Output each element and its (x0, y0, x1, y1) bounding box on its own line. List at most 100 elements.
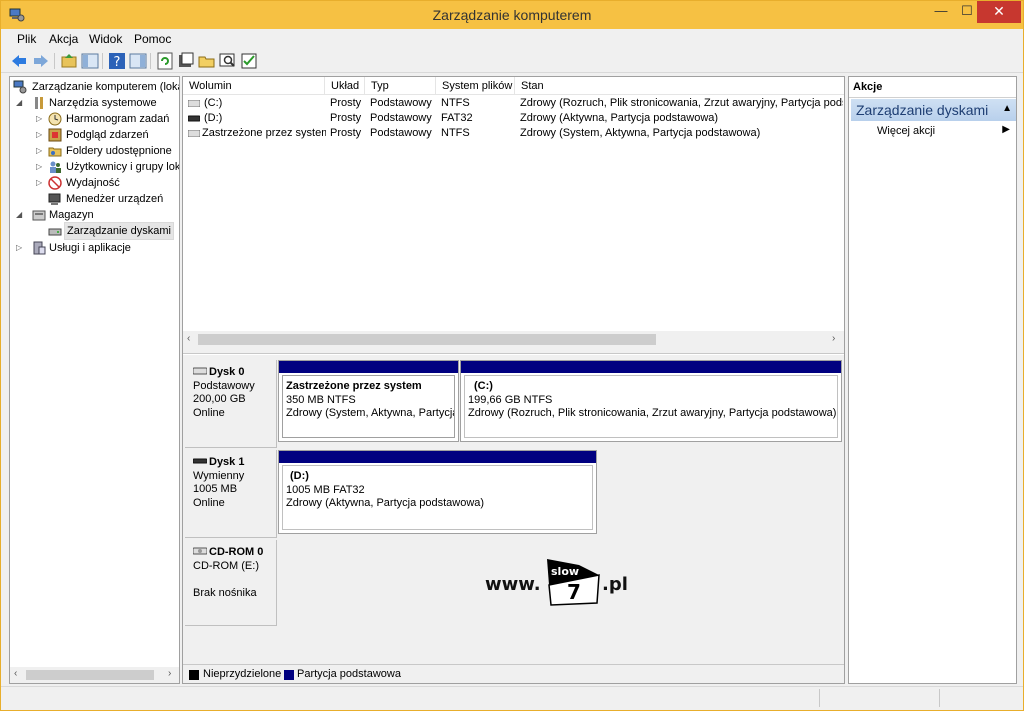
disk-1-label[interactable]: Dysk 1 Wymienny 1005 MB Online (185, 450, 277, 538)
search-icon[interactable] (219, 52, 237, 70)
status-segment (819, 689, 820, 707)
storage-icon (32, 210, 46, 221)
minimize-button[interactable]: — (927, 1, 955, 23)
legend-primary-partition: Partycja podstawowa (297, 668, 401, 680)
event-viewer-icon (48, 128, 62, 142)
computer-management-icon (13, 80, 27, 94)
partition-size: 199,66 GB NTFS (468, 393, 553, 406)
shared-folder-icon (48, 147, 62, 157)
primary-partition-bar (279, 451, 596, 463)
partition-status: Zdrowy (Rozruch, Plik stronicowania, Zrz… (468, 407, 837, 419)
disk-check-icon[interactable] (240, 52, 258, 70)
cdrom-0-label[interactable]: CD-ROM 0 CD-ROM (E:) Brak nośnika (185, 540, 277, 626)
tree-horizontal-scrollbar[interactable]: ‹ › (9, 667, 180, 684)
disk-graphical-view: Dysk 0 Podstawowy 200,00 GB Online Zastr… (183, 355, 844, 664)
expanded-arrow-icon[interactable]: ◢ (16, 95, 26, 111)
primary-partition-swatch (284, 670, 294, 680)
cdrom-0-state: Brak nośnika (193, 586, 257, 599)
scrollbar-thumb[interactable] (26, 670, 154, 680)
partition-size: 350 MB NTFS (286, 393, 356, 406)
actions-section-title: Zarządzanie dyskami (856, 102, 989, 118)
partition-system-reserved[interactable]: Zastrzeżone przez system 350 MB NTFS Zdr… (278, 360, 459, 442)
column-filesystem[interactable]: System plików (436, 77, 515, 95)
expanded-arrow-icon[interactable]: ◢ (16, 207, 26, 223)
collapsed-arrow-icon[interactable]: ▷ (36, 111, 46, 127)
tree-item-task-scheduler[interactable]: ▷ Harmonogram zadań (36, 111, 179, 127)
volume-row-c[interactable]: (C:) Prosty Podstawowy NTFS Zdrowy (Rozr… (183, 96, 844, 111)
volume-row-reserved[interactable]: Zastrzeżone przez system Prosty Podstawo… (183, 126, 844, 141)
disk-0-name: Dysk 0 (209, 366, 245, 378)
watermark-suffix: .pl (602, 574, 628, 595)
tree-item-storage[interactable]: ◢ Magazyn (16, 207, 179, 223)
collapsed-arrow-icon[interactable]: ▷ (36, 143, 46, 159)
pane-splitter[interactable] (183, 348, 844, 354)
drive-icon (188, 100, 200, 107)
partition-d[interactable]: (D:) 1005 MB FAT32 Zdrowy (Aktywna, Part… (278, 450, 597, 534)
menu-bar: Plik Akcja Widok Pomoc (1, 29, 1023, 49)
tools-icon (35, 97, 43, 109)
tree-item-event-viewer[interactable]: ▷ Podgląd zdarzeń (36, 127, 179, 143)
menu-akcja[interactable]: Akcja (49, 32, 78, 46)
column-volume[interactable]: Wolumin (183, 77, 325, 95)
users-icon (50, 161, 61, 173)
actions-section-disk-management[interactable]: Zarządzanie dyskami ▲ (851, 99, 1016, 121)
column-layout[interactable]: Układ (325, 77, 365, 95)
partition-name: (D:) (290, 470, 309, 482)
properties-icon[interactable] (177, 52, 195, 70)
disk-1-kind: Wymienny (193, 469, 245, 482)
tree-root[interactable]: Zarządzanie komputerem (lokalny) (12, 79, 179, 95)
cdrom-icon (193, 547, 207, 555)
partition-name: (C:) (474, 380, 493, 392)
disk-1-size: 1005 MB (193, 483, 238, 495)
disk-0-label[interactable]: Dysk 0 Podstawowy 200,00 GB Online (185, 360, 277, 448)
tree-item-disk-management[interactable]: Zarządzanie dyskami (36, 222, 179, 240)
actions-header: Akcje (853, 81, 883, 93)
collapsed-arrow-icon[interactable]: ▷ (36, 127, 46, 143)
volume-list-header: Wolumin Układ Typ System plików Stan (183, 77, 844, 95)
scroll-right-arrow-icon[interactable]: › (168, 668, 171, 679)
collapsed-arrow-icon[interactable]: ▷ (16, 240, 26, 256)
scroll-left-arrow-icon[interactable]: ‹ (14, 668, 17, 679)
title-bar[interactable]: Zarządzanie komputerem — ☐ ✕ (1, 1, 1023, 29)
refresh-icon[interactable] (156, 52, 174, 70)
watermark-badge-icon: slow 7 (547, 559, 600, 606)
tree-item-system-tools[interactable]: ◢ Narzędzia systemowe (16, 95, 179, 111)
open-folder-icon[interactable] (198, 52, 216, 70)
collapsed-arrow-icon[interactable]: ▷ (36, 159, 46, 175)
show-hide-action-pane-icon[interactable] (129, 52, 147, 70)
hard-disk-icon (193, 367, 207, 375)
collapsed-arrow-icon[interactable]: ▷ (36, 175, 46, 191)
back-arrow-icon[interactable] (10, 52, 28, 70)
up-folder-icon[interactable] (60, 52, 78, 70)
device-manager-icon (48, 193, 61, 205)
menu-pomoc[interactable]: Pomoc (134, 32, 171, 46)
tree-item-performance[interactable]: ▷ Wydajność (36, 175, 179, 191)
tree-item-local-users[interactable]: ▷ Użytkownicy i grupy lokalne (36, 159, 179, 175)
scrollbar-thumb[interactable] (198, 334, 656, 345)
collapse-arrow-icon[interactable]: ▲ (1002, 103, 1012, 114)
tree-item-shared-folders[interactable]: ▷ Foldery udostępnione (36, 143, 179, 159)
menu-widok[interactable]: Widok (89, 32, 122, 46)
menu-plik[interactable]: Plik (17, 32, 36, 46)
close-button[interactable]: ✕ (977, 1, 1021, 23)
partition-c[interactable]: (C:) 199,66 GB NTFS Zdrowy (Rozruch, Pli… (460, 360, 842, 442)
column-status[interactable]: Stan (515, 77, 844, 95)
column-type[interactable]: Typ (365, 77, 436, 95)
volume-row-d[interactable]: (D:) Prosty Podstawowy FAT32 Zdrowy (Akt… (183, 111, 844, 126)
toolbar: ? (1, 49, 1023, 73)
main-window: Zarządzanie komputerem — ☐ ✕ Plik Akcja … (0, 0, 1024, 711)
scroll-left-arrow-icon[interactable]: ‹ (187, 333, 190, 344)
show-hide-tree-icon[interactable] (81, 52, 99, 70)
action-more-actions[interactable]: Więcej akcji (877, 125, 935, 137)
cdrom-0-name: CD-ROM 0 (209, 546, 264, 558)
forward-arrow-icon[interactable] (32, 52, 50, 70)
help-icon[interactable]: ? (108, 52, 126, 70)
volume-list-horizontal-scrollbar[interactable]: ‹ › (183, 331, 844, 348)
submenu-arrow-icon[interactable]: ▶ (1002, 124, 1010, 135)
scroll-right-arrow-icon[interactable]: › (832, 333, 835, 344)
watermark-badge-bottom: 7 (567, 580, 581, 604)
watermark-badge-top: slow (551, 565, 579, 578)
tree-item-services-apps[interactable]: ▷ Usługi i aplikacje (16, 240, 179, 256)
tree-item-device-manager[interactable]: Menedżer urządzeń (36, 191, 179, 207)
partition-size: 1005 MB FAT32 (286, 483, 365, 496)
